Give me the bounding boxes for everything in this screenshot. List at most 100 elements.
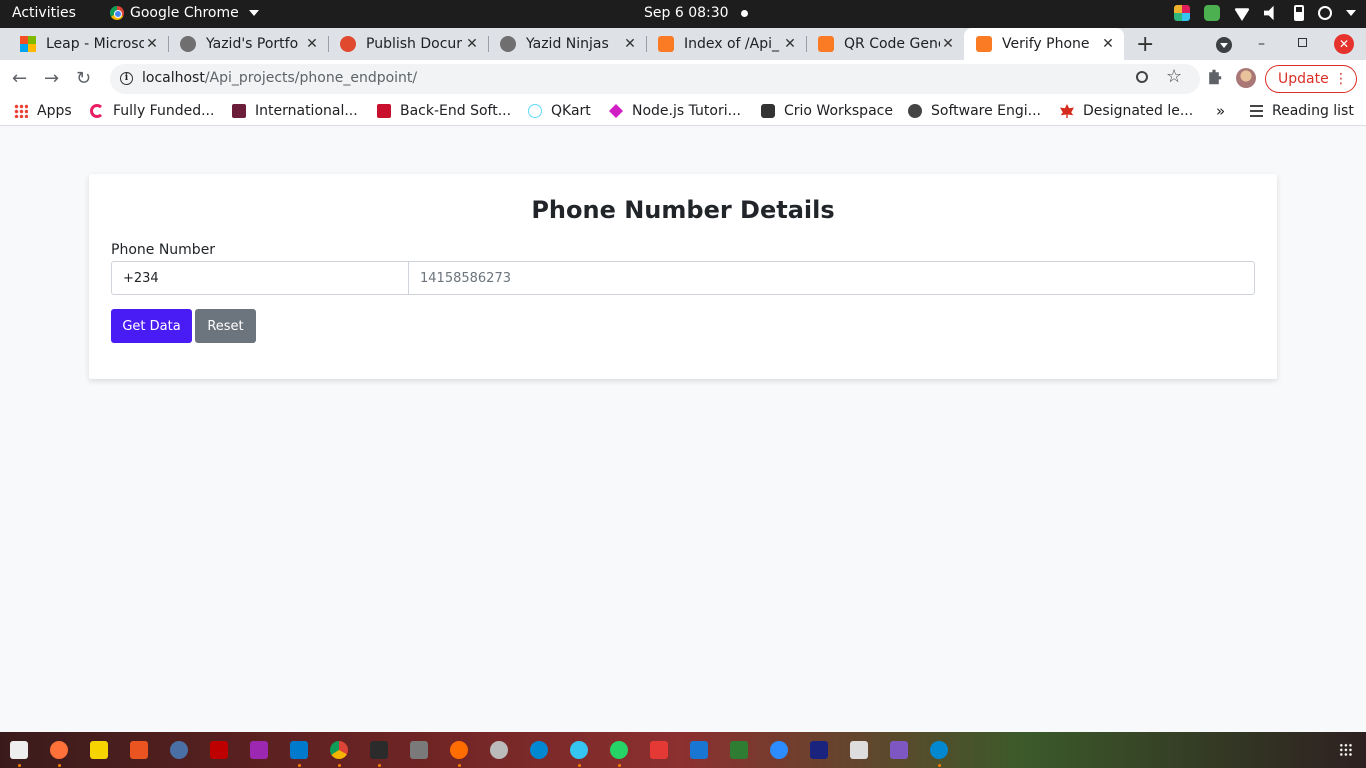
new-tab-plus-icon[interactable]: + bbox=[1136, 32, 1154, 57]
close-tab-icon[interactable]: ✕ bbox=[304, 36, 320, 52]
video-player-icon[interactable] bbox=[250, 741, 268, 759]
country-code-input[interactable] bbox=[111, 261, 409, 295]
screenshot-icon[interactable] bbox=[890, 741, 908, 759]
close-window-icon[interactable]: ✕ bbox=[1334, 34, 1354, 54]
browser-toolbar: ← → ↻ i localhost/Api_projects/phone_end… bbox=[0, 60, 1366, 98]
postman-icon[interactable] bbox=[450, 741, 468, 759]
globe-icon bbox=[908, 104, 922, 118]
bookmark-label: Back-End Soft... bbox=[400, 103, 512, 119]
taskbar-dock bbox=[0, 732, 1366, 768]
chrome-icon[interactable] bbox=[330, 741, 348, 759]
clock[interactable]: Sep 6 08:30 bbox=[644, 5, 748, 21]
tab-strip: Leap - Microso ✕ Yazid's Portfo ✕ Publis… bbox=[0, 28, 1366, 60]
whatsapp-icon[interactable] bbox=[610, 741, 628, 759]
bookmarks-bar: Apps Fully Funded... International... Ba… bbox=[0, 98, 1366, 126]
writer-icon[interactable] bbox=[690, 741, 708, 759]
reading-list-button[interactable]: Reading list bbox=[1250, 103, 1354, 119]
forward-arrow-icon[interactable]: → bbox=[44, 68, 59, 89]
calc-icon[interactable] bbox=[730, 741, 748, 759]
bookmark-star-icon[interactable]: ☆ bbox=[1166, 66, 1182, 87]
more-menu-icon[interactable]: ⋮ bbox=[1334, 66, 1348, 92]
running-indicator bbox=[18, 764, 21, 767]
rhythmbox-icon[interactable] bbox=[90, 741, 108, 759]
filezilla-icon[interactable] bbox=[210, 741, 228, 759]
app-menu[interactable]: Google Chrome bbox=[110, 5, 259, 21]
document-viewer-icon[interactable] bbox=[850, 741, 868, 759]
bookmark-qkart[interactable]: QKart bbox=[528, 103, 591, 119]
bookmark-crio[interactable]: Crio Workspace bbox=[761, 103, 893, 119]
image-viewer-icon[interactable] bbox=[410, 741, 428, 759]
bookmark-apps[interactable]: Apps bbox=[14, 103, 72, 119]
site-info-icon[interactable]: i bbox=[120, 72, 133, 85]
minimize-window-icon[interactable]: – bbox=[1258, 36, 1265, 52]
url-text[interactable]: localhost/Api_projects/phone_endpoint/ bbox=[142, 70, 417, 86]
calendar-icon[interactable] bbox=[650, 741, 668, 759]
bookmark-nodejs[interactable]: Node.js Tutori... bbox=[609, 103, 741, 119]
slack-icon[interactable] bbox=[570, 741, 588, 759]
disk-icon[interactable] bbox=[490, 741, 508, 759]
bookmark-label: Designated le... bbox=[1083, 103, 1194, 119]
skype-icon[interactable] bbox=[530, 741, 548, 759]
update-shield-icon[interactable] bbox=[1204, 5, 1220, 21]
tab-portfolio[interactable]: Yazid's Portfo ✕ bbox=[168, 28, 328, 60]
activities-button[interactable]: Activities bbox=[12, 5, 76, 21]
tab-search-dropdown-icon[interactable] bbox=[1216, 37, 1232, 53]
terminal-icon[interactable] bbox=[370, 741, 388, 759]
battery-icon bbox=[1294, 5, 1304, 21]
tab-yazid-ninjas[interactable]: Yazid Ninjas ✕ bbox=[488, 28, 646, 60]
maximize-window-icon[interactable] bbox=[1298, 38, 1307, 47]
tab-publish[interactable]: Publish Docur ✕ bbox=[328, 28, 488, 60]
bookmark-software-eng[interactable]: Software Engi... bbox=[908, 103, 1041, 119]
bookmarks-overflow-chevron-icon[interactable]: » bbox=[1216, 102, 1225, 120]
bookmark-designated[interactable]: Designated le... bbox=[1060, 103, 1193, 119]
globe-icon bbox=[180, 36, 196, 52]
show-applications-icon[interactable] bbox=[1339, 743, 1353, 757]
close-tab-icon[interactable]: ✕ bbox=[1100, 36, 1116, 52]
maple-leaf-icon bbox=[1060, 104, 1074, 118]
close-tab-icon[interactable]: ✕ bbox=[940, 36, 956, 52]
firefox-icon[interactable] bbox=[50, 741, 68, 759]
bookmark-label: Apps bbox=[37, 103, 72, 119]
tab-qr-code[interactable]: QR Code Gene ✕ bbox=[806, 28, 964, 60]
system-tray[interactable] bbox=[1174, 5, 1356, 21]
close-tab-icon[interactable]: ✕ bbox=[622, 36, 638, 52]
running-indicator bbox=[938, 764, 941, 767]
bookmark-fully-funded[interactable]: Fully Funded... bbox=[90, 103, 214, 119]
backend-icon bbox=[377, 104, 391, 118]
tab-index-api[interactable]: Index of /Api_ ✕ bbox=[646, 28, 806, 60]
chevron-down-icon bbox=[248, 10, 259, 16]
profile-avatar[interactable] bbox=[1236, 68, 1256, 88]
app-menu-label: Google Chrome bbox=[130, 5, 239, 21]
files-icon[interactable] bbox=[10, 741, 28, 759]
close-tab-icon[interactable]: ✕ bbox=[144, 36, 160, 52]
fullyfunded-icon bbox=[90, 104, 104, 118]
close-tab-icon[interactable]: ✕ bbox=[782, 36, 798, 52]
bookmark-back-end[interactable]: Back-End Soft... bbox=[377, 103, 511, 119]
get-data-button[interactable]: Get Data bbox=[111, 309, 192, 343]
skype-icon[interactable] bbox=[930, 741, 948, 759]
settings-icon[interactable] bbox=[170, 741, 188, 759]
phone-details-card: Phone Number Details Phone Number Get Da… bbox=[89, 174, 1277, 379]
update-button[interactable]: Update ⋮ bbox=[1265, 65, 1357, 93]
tab-leap[interactable]: Leap - Microso ✕ bbox=[8, 28, 168, 60]
reload-icon[interactable]: ↻ bbox=[76, 68, 91, 89]
react-icon bbox=[528, 104, 542, 118]
nodejs-icon bbox=[609, 104, 623, 118]
mysql-workbench-icon[interactable] bbox=[810, 741, 828, 759]
bookmark-international[interactable]: International... bbox=[232, 103, 358, 119]
address-bar[interactable]: i localhost/Api_projects/phone_endpoint/ bbox=[110, 64, 1200, 94]
reset-button[interactable]: Reset bbox=[195, 309, 256, 343]
close-tab-icon[interactable]: ✕ bbox=[464, 36, 480, 52]
phone-number-input[interactable] bbox=[408, 261, 1255, 295]
slack-icon[interactable] bbox=[1174, 5, 1190, 21]
back-arrow-icon[interactable]: ← bbox=[12, 68, 27, 89]
publish-icon bbox=[340, 36, 356, 52]
software-center-icon[interactable] bbox=[130, 741, 148, 759]
bookmark-label: QKart bbox=[551, 103, 591, 119]
crio-icon bbox=[761, 104, 775, 118]
zoom-icon[interactable] bbox=[770, 741, 788, 759]
zoom-icon[interactable] bbox=[1136, 71, 1148, 83]
tab-verify-phone[interactable]: Verify Phone ✕ bbox=[964, 28, 1124, 60]
reading-list-icon bbox=[1250, 105, 1263, 117]
vscode-icon[interactable] bbox=[290, 741, 308, 759]
